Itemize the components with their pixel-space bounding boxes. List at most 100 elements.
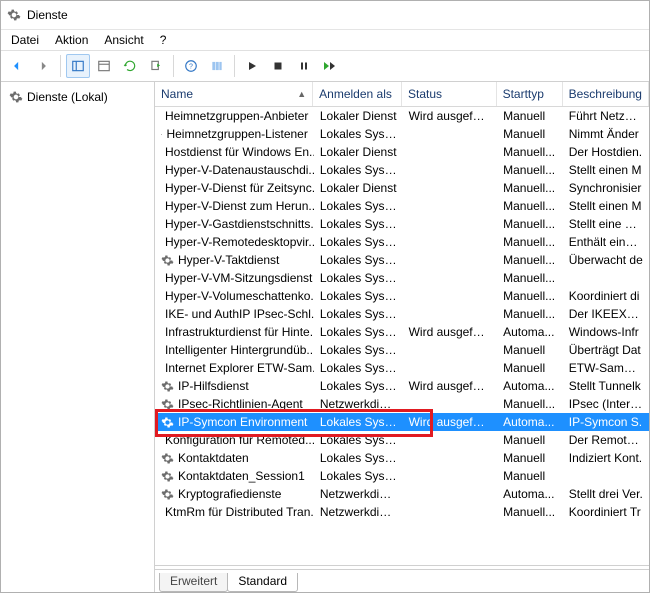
gear-icon	[161, 380, 174, 393]
service-logon: Netzwerkdienst	[314, 487, 403, 501]
service-name: Hyper-V-Gastdienstschnitts...	[165, 217, 314, 231]
service-row[interactable]: Heimnetzgruppen-AnbieterLokaler DienstWi…	[155, 107, 649, 125]
show-hide-tree-button[interactable]	[66, 54, 90, 78]
service-row[interactable]: KryptografiediensteNetzwerkdienstAutoma.…	[155, 485, 649, 503]
service-starttype: Automa...	[497, 325, 563, 339]
service-row[interactable]: Infrastrukturdienst für Hinte...Lokales …	[155, 323, 649, 341]
menu-help[interactable]: ?	[152, 31, 175, 49]
service-logon: Lokales System	[314, 469, 403, 483]
service-row[interactable]: Hyper-V-Dienst für Zeitsync...Lokaler Di…	[155, 179, 649, 197]
service-row[interactable]: Hyper-V-Volumeschattenko...Lokales Syste…	[155, 287, 649, 305]
service-row[interactable]: Hostdienst für Windows En...Lokaler Dien…	[155, 143, 649, 161]
service-row[interactable]: Kontaktdaten_Session1 Lokales System Manue…	[155, 467, 649, 485]
service-logon: Lokales System	[314, 325, 403, 339]
export-button[interactable]	[144, 54, 168, 78]
properties-button[interactable]	[92, 54, 116, 78]
service-name: Heimnetzgruppen-Anbieter	[165, 109, 308, 123]
service-row[interactable]: Internet Explorer ETW-Sam...Lokales Syst…	[155, 359, 649, 377]
services-list[interactable]: Heimnetzgruppen-Anbieter Lokaler Dienst Wi…	[155, 107, 649, 565]
column-headers: Name▲ Anmelden als Status Starttyp Besch…	[155, 82, 649, 107]
tree-root-label: Dienste (Lokal)	[27, 90, 108, 104]
service-desc: ETW-Sammlu	[563, 361, 649, 375]
service-logon: Lokaler Dienst	[314, 181, 403, 195]
gear-icon	[161, 470, 174, 483]
service-status: Wird ausgeführt	[403, 379, 498, 393]
service-starttype: Manuell...	[497, 289, 563, 303]
service-starttype: Manuell...	[497, 271, 563, 285]
gear-icon	[161, 452, 174, 465]
svg-text:?: ?	[189, 63, 193, 70]
service-row[interactable]: Konfiguration für Remoted...Lokales Syst…	[155, 431, 649, 449]
restart-service-button[interactable]	[318, 54, 342, 78]
col-desc[interactable]: Beschreibung	[563, 82, 649, 106]
service-starttype: Manuell	[497, 469, 563, 483]
back-button[interactable]	[5, 54, 29, 78]
tree-root-services[interactable]: Dienste (Lokal)	[5, 88, 150, 106]
col-status[interactable]: Status	[402, 82, 497, 106]
service-status: Wird ausgeführt	[403, 415, 498, 429]
service-logon: Lokales System	[314, 379, 403, 393]
gear-icon	[7, 8, 21, 23]
service-starttype: Manuell...	[497, 199, 563, 213]
service-desc: Stellt einen M	[563, 163, 649, 177]
service-name: IP-Hilfsdienst	[178, 379, 249, 393]
tab-bar: Erweitert Standard	[155, 569, 649, 592]
service-logon: Lokales System	[314, 433, 403, 447]
service-logon: Lokales System	[314, 271, 403, 285]
service-row[interactable]: IP-Symcon EnvironmentLokales SystemWird …	[155, 413, 649, 431]
forward-button[interactable]	[31, 54, 55, 78]
service-row[interactable]: Intelligenter Hintergrundüb...Lokales Sy…	[155, 341, 649, 359]
titlebar: Dienste	[1, 1, 649, 30]
tab-standard[interactable]: Standard	[227, 573, 298, 592]
service-row[interactable]: Hyper-V-TaktdienstLokales SystemManuell.…	[155, 251, 649, 269]
service-row[interactable]: IKE- und AuthIP IPsec-Schl...Lokales Sys…	[155, 305, 649, 323]
service-row[interactable]: KtmRm für Distributed Tran...Netzwerkdie…	[155, 503, 649, 521]
col-name[interactable]: Name▲	[155, 82, 313, 106]
stop-service-button[interactable]	[266, 54, 290, 78]
tab-extended[interactable]: Erweitert	[159, 573, 228, 592]
gear-icon	[161, 416, 174, 429]
service-desc: IPsec (Interne	[563, 397, 649, 411]
service-status: Wird ausgeführt	[403, 325, 498, 339]
service-name: Internet Explorer ETW-Sam...	[165, 361, 314, 375]
services-window: Dienste Datei Aktion Ansicht ? ? Dienste…	[0, 0, 650, 593]
service-name: Hyper-V-Volumeschattenko...	[165, 289, 314, 303]
window-title: Dienste	[27, 8, 68, 22]
service-row[interactable]: Hyper-V-Remotedesktopvir...Lokales Syste…	[155, 233, 649, 251]
service-row[interactable]: IP-Hilfsdienst Lokales SystemWird ausgefü…	[155, 377, 649, 395]
menu-view[interactable]: Ansicht	[96, 31, 151, 49]
sort-asc-icon: ▲	[297, 89, 306, 99]
service-name: IPsec-Richtlinien-Agent	[178, 397, 303, 411]
service-starttype: Manuell	[497, 451, 563, 465]
service-logon: Lokales System	[314, 361, 403, 375]
column-button[interactable]	[205, 54, 229, 78]
tree-pane: Dienste (Lokal)	[1, 82, 155, 592]
refresh-button[interactable]	[118, 54, 142, 78]
service-desc: Enthält eine P	[563, 235, 649, 249]
service-name: Konfiguration für Remoted...	[165, 433, 314, 447]
help-button[interactable]: ?	[179, 54, 203, 78]
service-starttype: Manuell...	[497, 397, 563, 411]
service-name: Kontaktdaten_Session1	[178, 469, 305, 483]
pause-service-button[interactable]	[292, 54, 316, 78]
gear-icon	[9, 90, 23, 104]
service-starttype: Manuell...	[497, 253, 563, 267]
service-row[interactable]: KontaktdatenLokales SystemManuellIndizie…	[155, 449, 649, 467]
service-row[interactable]: Hyper-V-Datenaustauschdi...Lokales Syste…	[155, 161, 649, 179]
service-name: Hyper-V-Remotedesktopvir...	[165, 235, 314, 249]
col-logon[interactable]: Anmelden als	[313, 82, 402, 106]
service-desc: Stellt Tunnelk	[563, 379, 649, 393]
service-row[interactable]: Hyper-V-VM-SitzungsdienstLokales SystemM…	[155, 269, 649, 287]
service-row[interactable]: Hyper-V-Dienst zum Herun...Lokales Syste…	[155, 197, 649, 215]
start-service-button[interactable]	[240, 54, 264, 78]
service-desc: Führt Netzwe.	[563, 109, 649, 123]
service-desc: Überträgt Dat	[563, 343, 649, 357]
menu-action[interactable]: Aktion	[47, 31, 96, 49]
service-name: Hostdienst für Windows En...	[165, 145, 314, 159]
menu-file[interactable]: Datei	[3, 31, 47, 49]
service-starttype: Manuell	[497, 127, 563, 141]
service-row[interactable]: Heimnetzgruppen-ListenerLokales SystemMa…	[155, 125, 649, 143]
service-row[interactable]: IPsec-Richtlinien-AgentNetzwerkdienstMan…	[155, 395, 649, 413]
col-starttype[interactable]: Starttyp	[497, 82, 563, 106]
service-row[interactable]: Hyper-V-Gastdienstschnitts...Lokales Sys…	[155, 215, 649, 233]
